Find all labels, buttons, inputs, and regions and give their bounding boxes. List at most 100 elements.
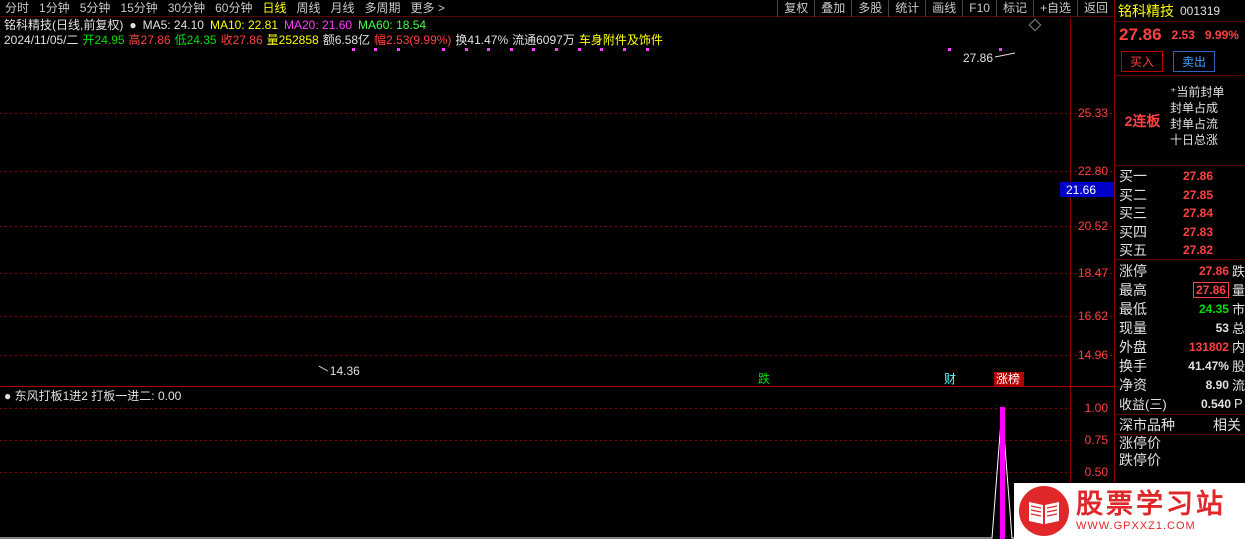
sell-button[interactable]: 卖出 bbox=[1173, 51, 1216, 72]
signal-dot bbox=[999, 48, 1002, 51]
quote-stat-row: 涨停 27.86 跌 bbox=[1115, 261, 1245, 280]
price-axis-label: 25.33 bbox=[1078, 106, 1108, 120]
stat-value: 41.47% bbox=[1188, 358, 1229, 373]
stat-value: 53 bbox=[1215, 320, 1229, 335]
price-axis-label: 18.47 bbox=[1078, 266, 1108, 280]
watermark-url: WWW.GPXXZ1.COM bbox=[1076, 520, 1196, 532]
quote-stat-row: 收益(三) 0.540 P bbox=[1115, 394, 1245, 413]
book-level-price: 27.85 bbox=[1182, 187, 1213, 202]
signal-dot bbox=[555, 48, 558, 51]
signal-dot bbox=[352, 48, 355, 51]
indicator-name[interactable]: 东风打板1进2 bbox=[15, 389, 88, 403]
seal-section: 2连板 ⁺当前封单 封单占成 封单占流 十日总涨 bbox=[1115, 76, 1245, 166]
stat-extra-label: P bbox=[1234, 396, 1243, 411]
quote-stat-row: 最低 24.35 市 bbox=[1115, 299, 1245, 318]
event-marker: 财 bbox=[944, 372, 956, 386]
indicator-value: 打板一进二: 0.00 bbox=[91, 389, 182, 403]
ohlc-range: 幅2.53(9.99%) bbox=[374, 33, 452, 47]
event-marker: 跌 bbox=[758, 371, 770, 386]
book-level-price: 27.86 bbox=[1182, 169, 1213, 184]
quote-stats: 涨停 27.86 跌最高 27.86 量最低 24.35 市现量 53 总外盘 131802 内换手… bbox=[1115, 260, 1245, 415]
diamond-icon bbox=[1028, 18, 1042, 32]
stat-value: 8.90 bbox=[1205, 377, 1229, 392]
book-level-label: 买三 bbox=[1119, 205, 1147, 222]
order-book-row: 买五 27.82 bbox=[1115, 241, 1245, 260]
quote-stat-row: 现量 53 总 bbox=[1115, 318, 1245, 337]
ohlc-amount: 额6.58亿 bbox=[322, 33, 371, 47]
high-price-annotation: 27.86 bbox=[963, 51, 993, 65]
price-axis-label: 22.80 bbox=[1078, 164, 1108, 178]
stat-label: 最低 bbox=[1119, 300, 1147, 317]
stock-title: 铭科精技 001319 bbox=[1115, 0, 1245, 22]
watermark-text: 股票学习站 WWW.GPXXZ1.COM bbox=[1076, 489, 1226, 533]
kline-chart[interactable]: 25.33 22.80 20.52 18.47 16.62 14.96 21.66 1.00 0… bbox=[0, 0, 1114, 539]
book-level-price: 27.84 bbox=[1182, 206, 1213, 221]
book-level-label: 买一 bbox=[1119, 168, 1147, 185]
seal-list: ⁺当前封单 封单占成 封单占流 十日总涨 bbox=[1170, 76, 1245, 165]
ohlc-sector[interactable]: 车身附件及饰件 bbox=[579, 33, 663, 48]
ohlc-date: 2024/11/05/二 bbox=[4, 33, 79, 47]
stat-value: 27.86 bbox=[1148, 281, 1229, 298]
price-axis-label: 16.62 bbox=[1078, 309, 1108, 323]
indicator-header: ● 东风打板1进2 打板一进二: 0.00 bbox=[4, 389, 181, 403]
ma10-label: MA10: 22.81 bbox=[209, 18, 278, 32]
signal-dot bbox=[510, 48, 513, 51]
stat-label: 换手 bbox=[1119, 357, 1147, 374]
indicator-signal-bar bbox=[1000, 407, 1005, 539]
stat-extra-label: 股 bbox=[1231, 359, 1245, 374]
signal-dot bbox=[948, 48, 951, 51]
signal-dot bbox=[374, 48, 377, 51]
indicator-axis-label: 1.00 bbox=[1085, 401, 1109, 415]
price-axis-label: 20.52 bbox=[1078, 219, 1108, 233]
signal-dot bbox=[532, 48, 535, 51]
tab-related[interactable]: 相关 bbox=[1213, 415, 1241, 435]
buy-button[interactable]: 买入 bbox=[1121, 51, 1164, 72]
ma60-label: MA60: 18.54 bbox=[358, 18, 427, 32]
price-change: 2.53 bbox=[1171, 28, 1195, 42]
indicator-axis-label: 0.50 bbox=[1085, 465, 1109, 479]
price-change-pct: 9.99% bbox=[1204, 28, 1239, 42]
ma-toggle-icon[interactable]: ● bbox=[129, 18, 136, 33]
stat-value: 24.35 bbox=[1198, 301, 1229, 316]
quote-stat-row: 外盘 131802 内 bbox=[1115, 337, 1245, 356]
stock-name: 铭科精技 bbox=[1118, 2, 1174, 19]
book-level-price: 27.83 bbox=[1182, 224, 1213, 239]
indicator-settings-icon[interactable]: ● bbox=[4, 389, 11, 403]
signal-dot bbox=[465, 48, 468, 51]
limit-up-streak: 2连板 bbox=[1124, 112, 1161, 129]
book-level-label: 买二 bbox=[1119, 186, 1147, 203]
ohlc-low: 低24.35 bbox=[174, 33, 217, 47]
stat-label: 最高 bbox=[1119, 281, 1147, 298]
ohlc-high: 高27.86 bbox=[128, 33, 171, 47]
limit-down-price-label: 跌停价 bbox=[1119, 452, 1161, 468]
order-book-row: 买一 27.86 bbox=[1115, 167, 1245, 186]
stat-extra-label: 流 bbox=[1231, 378, 1245, 393]
price-row: 27.86 2.53 9.99% bbox=[1115, 22, 1245, 48]
seal-item: 封单占成 bbox=[1170, 101, 1219, 115]
signal-dot bbox=[397, 48, 400, 51]
ohlc-float: 流通6097万 bbox=[512, 33, 575, 47]
order-book: 买一 27.86 买二 27.85 买三 27.84 买四 27.83 买五 27.82 bbox=[1115, 166, 1245, 260]
ohlc-turnover: 换41.47% bbox=[455, 33, 509, 47]
stat-label: 现量 bbox=[1119, 319, 1147, 336]
ma5-label: MA5: 24.10 bbox=[142, 18, 204, 32]
seal-item: 封单占流 bbox=[1170, 117, 1219, 131]
quote-panel: 铭科精技 001319 27.86 2.53 9.99% 买入 卖出 2连板 ⁺… bbox=[1114, 0, 1245, 539]
stat-value: 0.540 bbox=[1200, 396, 1231, 411]
stat-label: 净资 bbox=[1119, 376, 1147, 393]
indicator-axis-label: 0.75 bbox=[1085, 433, 1109, 447]
ohlc-open: 开24.95 bbox=[82, 33, 125, 47]
seal-item: ⁺当前封单 bbox=[1170, 85, 1225, 99]
stat-label: 收益(三) bbox=[1119, 397, 1167, 412]
signal-dot bbox=[487, 48, 490, 51]
book-level-label: 买四 bbox=[1119, 223, 1147, 240]
stat-value: 27.86 bbox=[1198, 263, 1229, 278]
tab-market-type[interactable]: 深市品种 bbox=[1119, 415, 1175, 435]
stat-label: 涨停 bbox=[1119, 262, 1147, 279]
book-logo-icon bbox=[1019, 486, 1069, 536]
last-price: 27.86 bbox=[1119, 25, 1162, 44]
panel-tabs: 深市品种 相关 bbox=[1115, 415, 1245, 435]
order-book-row: 买四 27.83 bbox=[1115, 223, 1245, 242]
signal-dot bbox=[578, 48, 581, 51]
watermark-title: 股票学习站 bbox=[1076, 489, 1226, 519]
